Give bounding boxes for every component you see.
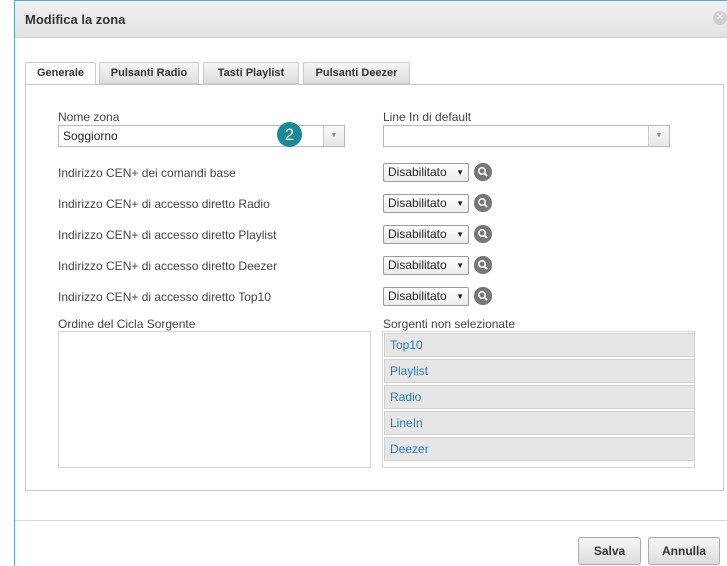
source-order-list[interactable] xyxy=(58,331,371,468)
source-order-label: Ordine del Cicla Sorgente xyxy=(58,317,196,331)
cen-base-label: Indirizzo CEN+ dei comandi base xyxy=(58,166,236,180)
list-item-linein[interactable]: LineIn xyxy=(384,411,695,435)
cen-deezer-select[interactable]: Disabilitato ▼ xyxy=(383,256,469,275)
cen-radio-select[interactable]: Disabilitato ▼ xyxy=(383,194,469,213)
cen-playlist-select[interactable]: Disabilitato ▼ xyxy=(383,225,469,244)
save-button[interactable]: Salva xyxy=(578,537,641,565)
cen-top10-label: Indirizzo CEN+ di accesso diretto Top10 xyxy=(58,290,271,304)
search-icon[interactable] xyxy=(474,287,492,305)
chevron-down-icon: ▼ xyxy=(456,199,464,208)
chevron-down-icon: ▼ xyxy=(456,292,464,301)
list-item-top10[interactable]: Top10 xyxy=(384,333,695,357)
cen-top10-select[interactable]: Disabilitato ▼ xyxy=(383,287,469,306)
list-item-playlist[interactable]: Playlist xyxy=(384,359,695,383)
search-icon[interactable] xyxy=(474,163,492,181)
footer-divider xyxy=(15,520,727,521)
cen-radio-label: Indirizzo CEN+ di accesso diretto Radio xyxy=(58,197,270,211)
dialog-titlebar: Modifica la zona ✕ xyxy=(15,1,727,38)
cen-playlist-label: Indirizzo CEN+ di accesso diretto Playli… xyxy=(58,228,277,242)
line-in-select[interactable]: ▼ xyxy=(383,125,670,147)
step-badge: 2 xyxy=(277,122,302,147)
chevron-down-icon: ▼ xyxy=(456,230,464,239)
zone-name-input[interactable]: Soggiorno ▼ xyxy=(58,125,345,147)
tab-tasti-playlist[interactable]: Tasti Playlist xyxy=(203,62,299,84)
search-icon[interactable] xyxy=(474,256,492,274)
chevron-down-icon[interactable]: ▼ xyxy=(323,126,344,146)
zone-name-value: Soggiorno xyxy=(63,129,118,143)
cancel-button[interactable]: Annulla xyxy=(648,537,720,565)
search-icon[interactable] xyxy=(474,225,492,243)
cen-base-value: Disabilitato xyxy=(388,165,447,179)
line-in-label: Line In di default xyxy=(383,110,472,124)
zone-name-label: Nome zona xyxy=(58,110,120,124)
tab-generale[interactable]: Generale xyxy=(25,62,96,85)
cen-deezer-value: Disabilitato xyxy=(388,258,447,272)
cen-top10-value: Disabilitato xyxy=(388,289,447,303)
tab-pulsanti-radio[interactable]: Pulsanti Radio xyxy=(99,62,199,84)
list-item-deezer[interactable]: Deezer xyxy=(384,437,695,461)
cen-radio-value: Disabilitato xyxy=(388,196,447,210)
chevron-down-icon: ▼ xyxy=(456,168,464,177)
chevron-down-icon[interactable]: ▼ xyxy=(648,126,669,146)
tab-pulsanti-deezer[interactable]: Pulsanti Deezer xyxy=(303,62,410,84)
list-item-radio[interactable]: Radio xyxy=(384,385,695,409)
cen-playlist-value: Disabilitato xyxy=(388,227,447,241)
cen-base-select[interactable]: Disabilitato ▼ xyxy=(383,163,469,182)
cen-deezer-label: Indirizzo CEN+ di accesso diretto Deezer xyxy=(58,259,278,273)
close-icon[interactable]: ✕ xyxy=(713,11,727,25)
dialog-title: Modifica la zona xyxy=(25,12,126,27)
unselected-sources-label: Sorgenti non selezionate xyxy=(383,317,516,331)
search-icon[interactable] xyxy=(474,194,492,212)
edit-zone-dialog: Modifica la zona ✕ Generale Pulsanti Rad… xyxy=(14,0,727,566)
chevron-down-icon: ▼ xyxy=(456,261,464,270)
